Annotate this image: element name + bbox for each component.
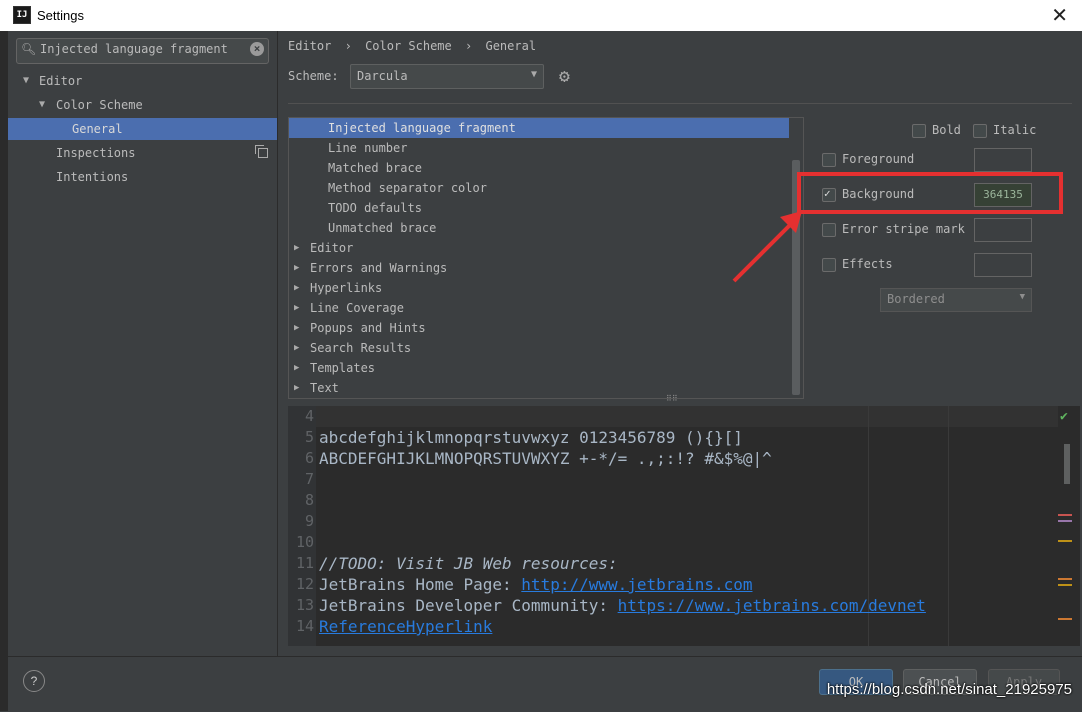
list-item[interactable]: Method separator color	[289, 178, 803, 198]
preview-scrollbar[interactable]	[1064, 444, 1070, 484]
error-stripe-mark	[1058, 618, 1072, 620]
divider	[288, 103, 1072, 104]
list-item[interactable]: Injected language fragment	[289, 118, 789, 138]
scheme-dropdown[interactable]: Darcula ▼	[350, 64, 544, 89]
splitter-handle[interactable]: ⠿⠿	[666, 395, 682, 403]
error-stripe-mark	[1058, 540, 1072, 542]
list-group[interactable]: ▶ Search Results	[289, 338, 803, 358]
annotation-arrow	[732, 211, 802, 283]
watermark-url: https://blog.csdn.net/sinat_21925975	[826, 681, 1072, 698]
chevron-right-icon: ▶	[294, 263, 300, 273]
sidebar-item-label: Editor	[39, 74, 83, 88]
chevron-down-icon: ▼	[1019, 292, 1025, 302]
chevron-right-icon: ▶	[294, 383, 300, 393]
copy-settings-icon	[255, 145, 268, 158]
error-stripe-checkbox[interactable]	[822, 223, 836, 237]
error-stripe-mark	[1058, 514, 1072, 516]
search-input[interactable]	[40, 42, 240, 56]
effect-type-value: Bordered	[887, 292, 945, 306]
app-icon: IJ	[13, 6, 31, 24]
foreground-checkbox[interactable]	[822, 153, 836, 167]
window-title: Settings	[37, 8, 84, 23]
background-strip	[0, 31, 8, 711]
foreground-color-swatch[interactable]	[974, 148, 1032, 172]
breadcrumb-item: General	[485, 39, 537, 53]
sidebar-item-label: Inspections	[56, 146, 136, 160]
list-group[interactable]: ▶ Popups and Hints	[289, 318, 803, 338]
breadcrumb-separator: ›	[344, 39, 352, 53]
chevron-right-icon: ▶	[294, 303, 300, 313]
list-item[interactable]: Matched brace	[289, 158, 803, 178]
breadcrumb: Editor › Color Scheme › General	[288, 39, 542, 53]
sidebar-item-label: Color Scheme	[56, 98, 143, 112]
effects-label: Effects	[842, 257, 893, 271]
effects-color-swatch[interactable]	[974, 253, 1032, 277]
error-stripe-mark	[1058, 520, 1072, 522]
settings-search[interactable]: 🔍︎ ×	[16, 38, 269, 64]
sidebar-item-intentions[interactable]: Intentions	[8, 166, 277, 188]
bold-label: Bold	[932, 123, 961, 137]
list-group[interactable]: ▶ Text	[289, 378, 803, 398]
chevron-right-icon: ▶	[294, 243, 300, 253]
effects-checkbox[interactable]	[822, 258, 836, 272]
settings-content: Editor › Color Scheme › General Scheme: …	[278, 31, 1082, 656]
chevron-right-icon: ▶	[294, 323, 300, 333]
hyperlink[interactable]: https://www.jetbrains.com/devnet	[618, 596, 926, 615]
italic-checkbox[interactable]	[973, 124, 987, 138]
code-preview[interactable]: 4 5 abcdefghijklmnopqrstuvwxyz 0123456789…	[288, 406, 1080, 646]
error-stripe-mark	[1058, 578, 1072, 580]
title-bar: IJ Settings ✕	[0, 0, 1082, 31]
gear-icon[interactable]: ⚙	[559, 66, 570, 87]
clear-search-icon[interactable]: ×	[250, 42, 264, 56]
error-stripe-mark	[1058, 584, 1072, 586]
chevron-down-icon: ▼	[530, 69, 537, 80]
scheme-value: Darcula	[357, 69, 408, 83]
list-group[interactable]: ▶ Line Coverage	[289, 298, 803, 318]
scheme-label: Scheme:	[288, 69, 339, 83]
sidebar-item-general[interactable]: General	[8, 118, 277, 140]
caret-row-highlight	[316, 406, 1058, 427]
breadcrumb-item: Editor	[288, 39, 332, 53]
sidebar-item-label: Intentions	[56, 170, 129, 184]
italic-label: Italic	[993, 123, 1037, 137]
chevron-right-icon: ▶	[294, 283, 300, 293]
hyperlink[interactable]: ReferenceHyperlink	[319, 617, 492, 636]
sidebar-item-editor[interactable]: ▼ Editor	[8, 70, 277, 92]
error-stripe-label: Error stripe mark	[842, 222, 965, 236]
annotation-highlight-box	[797, 172, 1063, 214]
sidebar-item-label: General	[72, 122, 123, 136]
chevron-down-icon: ▼	[39, 99, 46, 110]
chevron-down-icon: ▼	[23, 75, 30, 86]
right-margin-guide	[948, 406, 949, 646]
close-icon[interactable]: ✕	[1051, 3, 1068, 27]
chevron-right-icon: ▶	[294, 363, 300, 373]
help-button[interactable]: ?	[23, 670, 45, 692]
breadcrumb-item: Color Scheme	[365, 39, 452, 53]
foreground-label: Foreground	[842, 152, 915, 166]
error-stripe-color-swatch[interactable]	[974, 218, 1032, 242]
sidebar-item-color-scheme[interactable]: ▼ Color Scheme	[8, 94, 277, 116]
chevron-right-icon: ▶	[294, 343, 300, 353]
settings-sidebar: 🔍︎ × ▼ Editor ▼ Color Scheme General Ins…	[8, 31, 278, 656]
hyperlink[interactable]: http://www.jetbrains.com	[521, 575, 752, 594]
bold-checkbox[interactable]	[912, 124, 926, 138]
inspection-ok-icon: ✔	[1060, 409, 1068, 424]
search-icon: 🔍︎	[21, 42, 37, 56]
effect-type-dropdown[interactable]: Bordered ▼	[880, 288, 1032, 312]
breadcrumb-separator: ›	[465, 39, 473, 53]
list-group[interactable]: ▶ Templates	[289, 358, 803, 378]
sidebar-item-inspections[interactable]: Inspections	[8, 142, 277, 164]
list-item[interactable]: Line number	[289, 138, 803, 158]
